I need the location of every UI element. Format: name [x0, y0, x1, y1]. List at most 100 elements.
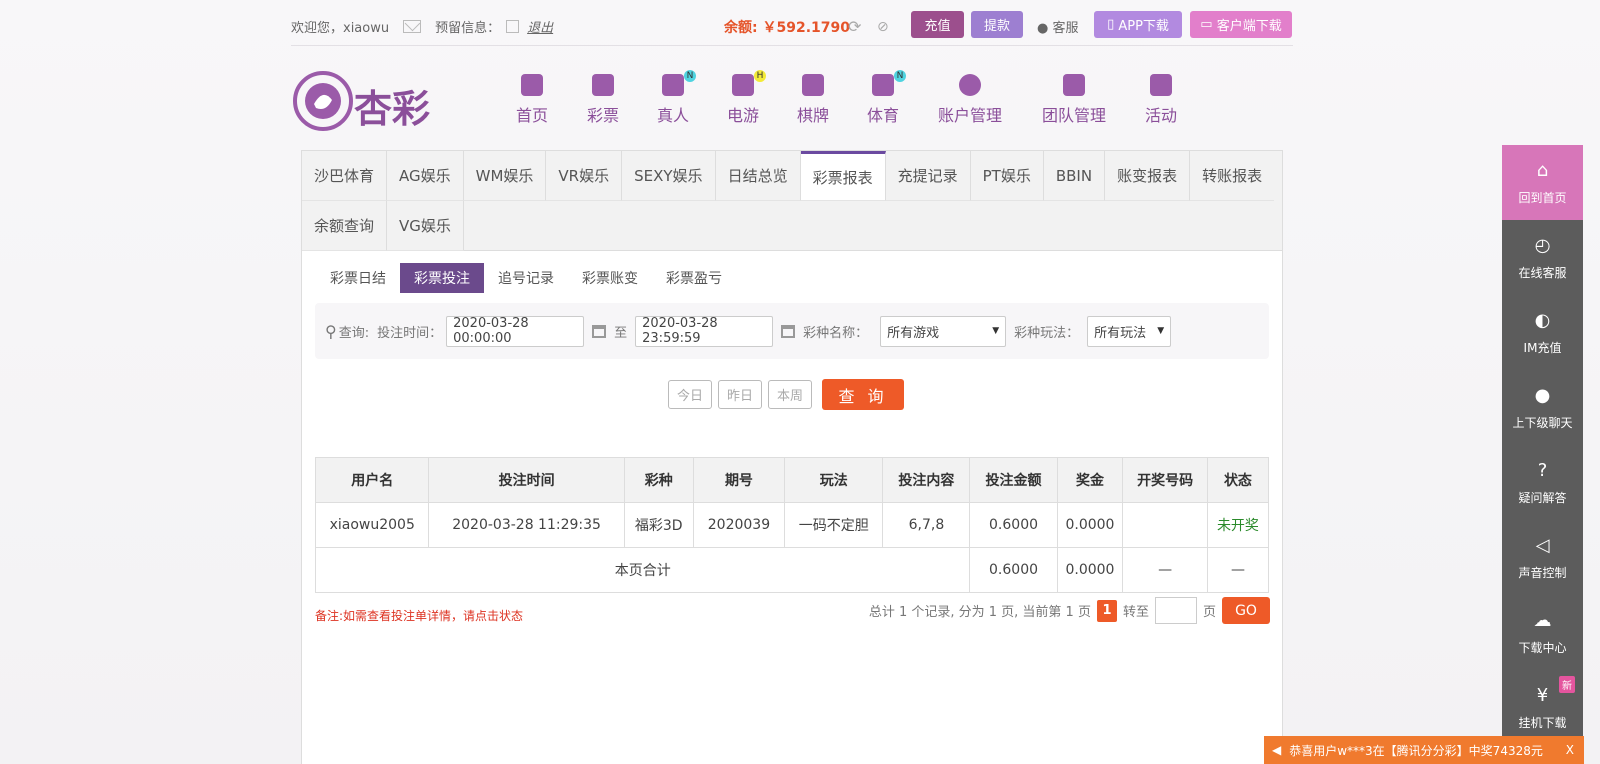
gamepad-icon: H	[732, 70, 766, 96]
balance-display: 余额: ￥592.1790	[724, 17, 850, 37]
cell-issue: 2020039	[692, 502, 786, 548]
tab-wm[interactable]: WM娱乐	[463, 151, 547, 201]
total-draw: —	[1122, 547, 1208, 593]
client-download-button[interactable]: ▭ 客户端下载	[1190, 11, 1292, 38]
subtab-lottery-profit[interactable]: 彩票盈亏	[652, 263, 736, 293]
nav-badge: N	[894, 70, 906, 82]
total-bet-amount: 0.6000	[969, 547, 1058, 593]
tab-pt[interactable]: PT娱乐	[970, 151, 1044, 201]
quick-buttons: 今日 昨日 本周 查 询	[668, 379, 904, 410]
nav-label: 棋牌	[796, 106, 829, 125]
sidebar-online-service[interactable]: ◴ 在线客服	[1502, 220, 1583, 295]
nav-slots[interactable]: H 电游	[708, 70, 778, 126]
search-button[interactable]: 查 询	[822, 379, 904, 410]
nav-sports[interactable]: N 体育	[848, 70, 918, 126]
nav-label: 真人	[656, 106, 689, 125]
tab-account-change[interactable]: 账变报表	[1105, 151, 1191, 201]
total-bonus: 0.0000	[1056, 547, 1124, 593]
report-tabs: 沙巴体育 AG娱乐 WM娱乐 VR娱乐 SEXY娱乐 日结总览 彩票报表 充提记…	[302, 151, 1282, 251]
im-icon: ◐	[1534, 309, 1551, 331]
withdraw-button[interactable]: 提款	[971, 11, 1023, 38]
nav-badge: N	[684, 70, 696, 82]
brand-logo[interactable]: 杏彩	[292, 70, 444, 132]
this-week-button[interactable]: 本周	[768, 380, 812, 409]
calendar-icon[interactable]	[781, 324, 796, 338]
subtab-lottery-bets[interactable]: 彩票投注	[400, 263, 484, 293]
sidebar-sound[interactable]: ◁ 声音控制	[1502, 520, 1583, 595]
yesterday-button[interactable]: 昨日	[718, 380, 762, 409]
home-icon	[521, 74, 543, 96]
nav-team[interactable]: 团队管理	[1022, 74, 1126, 126]
report-panel: 沙巴体育 AG娱乐 WM娱乐 VR娱乐 SEXY娱乐 日结总览 彩票报表 充提记…	[301, 150, 1283, 764]
tab-ag[interactable]: AG娱乐	[387, 151, 464, 201]
current-page[interactable]: 1	[1096, 599, 1117, 622]
col-username: 用户名	[314, 457, 430, 503]
end-time-input[interactable]: 2020-03-28 23:59:59	[635, 315, 774, 347]
money-icon: ¥	[1536, 684, 1549, 706]
page-number-input[interactable]	[1154, 597, 1197, 624]
edit-icon[interactable]	[506, 20, 520, 33]
fire-icon: ●	[1037, 21, 1049, 36]
tab-vr[interactable]: VR娱乐	[546, 151, 623, 201]
today-button[interactable]: 今日	[668, 380, 712, 409]
game-select[interactable]: 所有游戏	[880, 315, 1007, 347]
filter-bar: ⚲ 查询: 投注时间： 2020-03-28 00:00:00 至 2020-0…	[315, 303, 1269, 359]
tab-bbin[interactable]: BBIN	[1043, 151, 1106, 201]
sidebar-chat[interactable]: ● 上下级聊天	[1502, 370, 1583, 445]
go-button[interactable]: GO	[1222, 597, 1270, 624]
sidebar-download-center[interactable]: ☁ 下载中心	[1502, 595, 1583, 670]
cell-game: 福彩3D	[623, 502, 694, 548]
home-icon: ⌂	[1536, 159, 1549, 181]
col-game: 彩种	[623, 457, 694, 503]
status-link[interactable]: 未开奖	[1206, 502, 1270, 548]
nav-account[interactable]: 账户管理	[918, 74, 1022, 126]
sidebar-label: 上下级聊天	[1512, 416, 1573, 430]
app-download-button[interactable]: ▯ APP下载	[1094, 11, 1182, 38]
mail-icon[interactable]	[403, 20, 422, 33]
sidebar-home[interactable]: ⌂ 回到首页	[1502, 145, 1583, 220]
subtab-lottery-daily[interactable]: 彩票日结	[316, 263, 400, 293]
page: 欢迎您，xiaowu 预留信息： 退出 余额: ￥592.1790 ⟳ ⊘ 充值…	[0, 0, 1600, 764]
nav-label: 体育	[866, 106, 899, 125]
eye-hide-icon[interactable]: ⊘	[877, 19, 889, 35]
service-link[interactable]: ● 客服	[1037, 17, 1079, 36]
subtab-lottery-changes[interactable]: 彩票账变	[568, 263, 652, 293]
nav-activity[interactable]: 活动	[1126, 74, 1196, 126]
start-time-input[interactable]: 2020-03-28 00:00:00	[446, 315, 585, 347]
sidebar-im-recharge[interactable]: ◐ IM充值	[1502, 295, 1583, 370]
cell-username: xiaowu2005	[314, 502, 430, 548]
refresh-icon[interactable]: ⟳	[848, 17, 861, 36]
tab-balance-query[interactable]: 余额查询	[302, 201, 388, 251]
tab-lottery-report[interactable]: 彩票报表	[800, 151, 886, 201]
tab-deposit-withdraw[interactable]: 充提记录	[885, 151, 971, 201]
recharge-button[interactable]: 充值	[911, 11, 964, 38]
nav-home[interactable]: 首页	[496, 74, 568, 126]
sidebar-faq[interactable]: ? 疑问解答	[1502, 445, 1583, 520]
ticker-text: 恭喜用户w***3在【腾讯分分彩】中奖74328元	[1289, 743, 1543, 758]
nav-label: 账户管理	[937, 106, 1002, 125]
pager-summary: 总计 1 个记录, 分为 1 页, 当前第 1 页	[868, 605, 1091, 620]
sidebar-idle-download[interactable]: 新 ¥ 挂机下载	[1502, 670, 1583, 745]
calendar-icon[interactable]	[592, 324, 607, 338]
tab-vg[interactable]: VG娱乐	[387, 201, 464, 251]
play-select[interactable]: 所有玩法	[1087, 315, 1172, 347]
col-play: 玩法	[784, 457, 884, 503]
sidebar-label: 回到首页	[1518, 191, 1567, 205]
new-badge: 新	[1559, 676, 1575, 693]
ticker-close-button[interactable]: X	[1566, 743, 1574, 757]
subtab-chase-records[interactable]: 追号记录	[484, 263, 568, 293]
nav-live[interactable]: N 真人	[638, 70, 708, 126]
tab-daily-overview[interactable]: 日结总览	[715, 151, 801, 201]
tab-sexy[interactable]: SEXY娱乐	[622, 151, 716, 201]
chat-icon: ●	[1534, 384, 1551, 406]
query-label: 查询:	[338, 325, 370, 341]
to-label: 至	[614, 325, 628, 341]
tab-saba[interactable]: 沙巴体育	[302, 151, 388, 201]
ticket-icon	[592, 74, 614, 96]
logout-link[interactable]: 退出	[527, 17, 553, 36]
reserve-label: 预留信息：	[435, 21, 501, 36]
phone-icon: ▯	[1107, 17, 1115, 32]
nav-chess[interactable]: 棋牌	[778, 74, 848, 126]
tab-transfer[interactable]: 转账报表	[1190, 151, 1275, 201]
nav-lottery[interactable]: 彩票	[568, 74, 638, 126]
